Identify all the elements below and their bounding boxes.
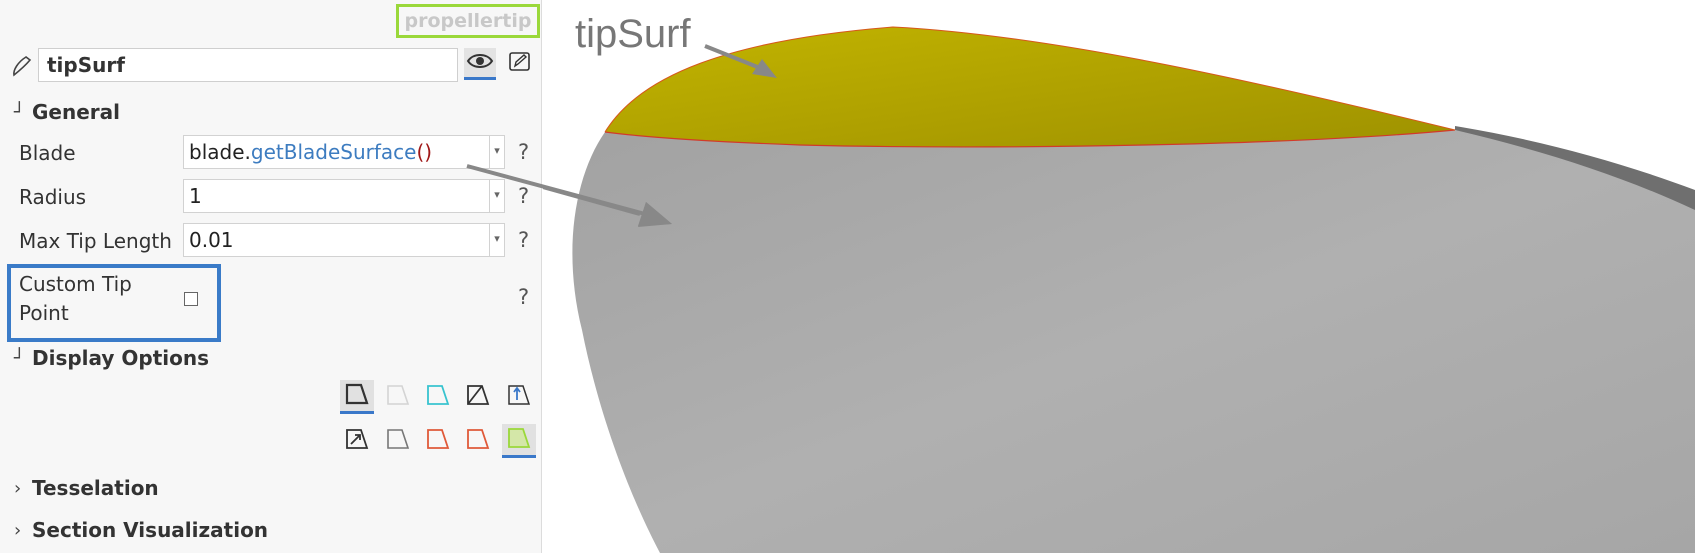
display-green-fill-button[interactable] [502,424,536,458]
custom-tip-help[interactable]: ? [518,285,529,309]
expand-icon: › [14,519,22,541]
radius-value: 1 [189,184,202,208]
max-tip-length-field[interactable]: 0.01 ▾ [183,223,505,257]
surface-outline-icon [385,426,411,456]
max-tip-length-label: Max Tip Length [19,229,172,253]
section-tesselation[interactable]: › Tesselation [14,476,159,500]
custom-tip-checkbox[interactable] [184,292,198,306]
custom-tip-label: Custom Tip Point [19,272,132,325]
visibility-toggle-button[interactable] [464,48,496,80]
properties-panel: propellertip tipSurf ┘ General Blade bla… [0,0,542,553]
display-red-outline-button[interactable] [421,424,455,458]
3d-viewport[interactable] [543,0,1695,553]
blade-prefix: blade. [189,140,251,164]
radius-label: Radius [19,185,87,209]
display-outline-button[interactable] [381,424,415,458]
brush-icon [10,54,34,78]
object-name-input[interactable]: tipSurf [38,48,458,82]
surface-red-outline-2-icon [465,426,491,456]
section-display-options[interactable]: ┘ Display Options [14,346,209,370]
blade-render [543,26,1695,553]
tip-surface [605,27,1455,147]
display-normal-button[interactable] [502,380,536,414]
blade-surface [572,130,1695,553]
parent-tag[interactable]: propellertip [396,4,540,38]
edit-button[interactable] [504,48,536,80]
max-tip-length-value: 0.01 [189,228,234,252]
section-display-label: Display Options [32,346,210,370]
display-cyan-outline-button[interactable] [421,380,455,414]
object-name-row: tipSurf [6,48,536,84]
surface-arrow-icon [344,426,370,456]
blade-parens: () [416,140,433,164]
blade-field-arrow [466,164,672,227]
collapse-icon: ┘ [14,101,25,123]
edit-icon [508,50,532,78]
display-ghost-button[interactable] [381,380,415,414]
surface-red-outline-icon [425,426,451,456]
section-visualization[interactable]: › Section Visualization [14,518,268,542]
display-diagonal-button[interactable] [461,380,495,414]
blade-label: Blade [19,141,76,165]
surface-shaded-icon [344,381,370,411]
display-red-outline-2-button[interactable] [461,424,495,458]
surface-normal-icon [506,382,532,412]
eye-icon [466,52,494,74]
section-general-label: General [32,100,120,124]
collapse-icon: ┘ [14,347,25,369]
radius-field[interactable]: 1 ▾ [183,179,505,213]
display-shaded-button[interactable] [340,380,374,414]
surface-diagonal-icon [465,382,491,412]
section-tesselation-label: Tesselation [32,476,159,500]
viewport-annotation-label: tipSurf [575,12,691,56]
blade-function: getBladeSurface [250,140,417,164]
display-arrow-button[interactable] [340,424,374,458]
surface-green-fill-icon [506,425,532,455]
blade-field[interactable]: blade.getBladeSurface() ▾ [183,135,505,169]
expand-icon: › [14,477,22,499]
surface-cyan-outline-icon [425,382,451,412]
section-visualization-label: Section Visualization [32,518,269,542]
surface-ghost-icon [385,382,411,412]
section-general[interactable]: ┘ General [14,100,120,124]
